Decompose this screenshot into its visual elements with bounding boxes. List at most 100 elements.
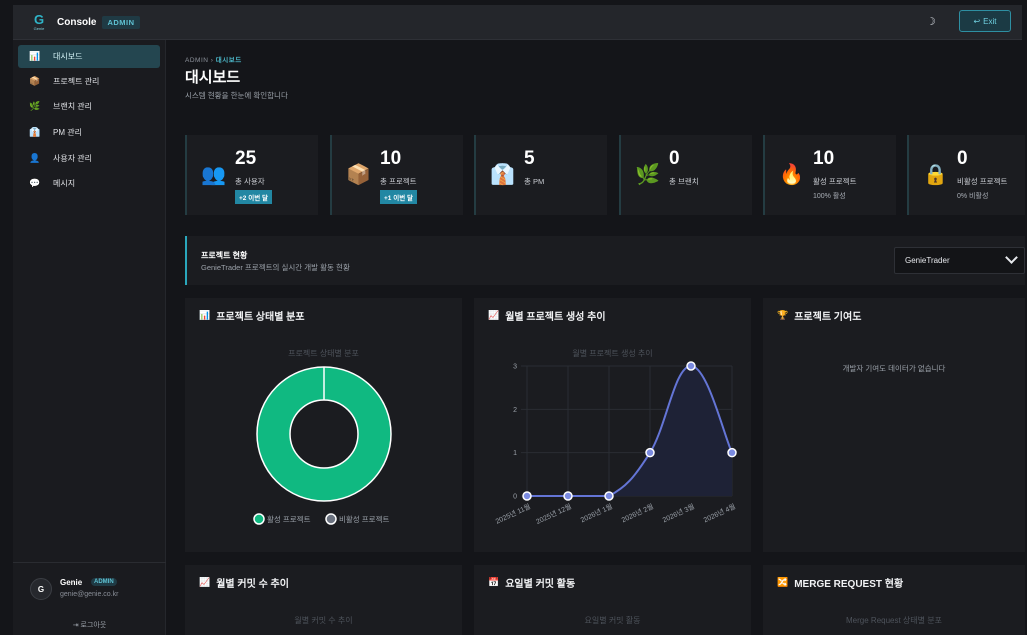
avatar[interactable]: G [30, 578, 52, 600]
admin-badge: ADMIN [102, 15, 140, 29]
logout-label: 로그아웃 [80, 622, 107, 629]
card-title: MERGE REQUEST 현황 [794, 579, 904, 590]
data-point [604, 491, 614, 501]
legend-label: 활성 프로젝트 [267, 514, 311, 524]
project-status-title: 프로젝트 현황 [201, 251, 248, 260]
x-tick-label: 2026년 3월 [661, 502, 696, 525]
line-chart: 0 1 2 3 2025년 11월 2025년 12월 2026년 1월 2026년 2월 20… [494, 361, 737, 526]
card-title: 프로젝트 기여도 [794, 312, 862, 323]
breadcrumb-current: 대시보드 [215, 57, 242, 64]
breadcrumb: ADMIN › 대시보드 [185, 54, 242, 64]
sidebar-item-label: 대시보드 [53, 52, 83, 61]
monthly-commits-card: 📈 월별 커밋 수 추이 월별 커밋 수 추이 [185, 565, 462, 635]
stat-card-active-projects: 🔥 10 활성 프로젝트 100% 활성 [763, 135, 896, 215]
chevron-down-icon [1005, 251, 1018, 264]
page-subtitle: 시스템 현황을 한눈에 확인합니다 [185, 91, 288, 100]
logo-letter: G [33, 11, 45, 27]
stat-label: 총 PM [524, 177, 545, 186]
herb-icon: 🌿 [635, 164, 660, 186]
package-icon: 📦 [29, 76, 41, 86]
divider [13, 562, 166, 563]
chart-increasing-icon: 📈 [199, 577, 211, 587]
stat-card-users: 👥 25 총 사용자 +2 이번 달 [185, 135, 318, 215]
weekday-commits-card: 📅 요일별 커밋 활동 요일별 커밋 활동 [474, 565, 751, 635]
x-tick-label: 2026년 2월 [620, 502, 655, 525]
legend-label: 비활성 프로젝트 [339, 514, 389, 524]
logout-icon: ⇥ [72, 622, 79, 629]
x-tick-label: 2026년 1월 [579, 502, 614, 525]
exit-label: Exit [983, 16, 997, 26]
status-distribution-card: 📊 프로젝트 상태별 분포 프로젝트 상태별 분포 활성 프로젝트 비활성 프로젝… [185, 298, 462, 552]
stat-value: 10 [813, 148, 835, 169]
sidebar-item-label: 사용자 관리 [53, 154, 93, 163]
stat-value: 5 [524, 148, 535, 169]
sidebar-item-label: 프로젝트 관리 [53, 77, 100, 86]
exit-button[interactable]: ↩ Exit [959, 10, 1011, 32]
stat-value: 10 [380, 148, 402, 169]
stat-label: 비활성 프로젝트 [957, 177, 1008, 186]
user-role-badge: ADMIN [91, 578, 117, 586]
data-point [686, 361, 696, 371]
legend-swatch [253, 513, 265, 525]
businessman-icon: 👔 [29, 127, 41, 137]
monthly-creation-card: 📈 월별 프로젝트 생성 추이 월별 프로젝트 생성 추이 0 1 2 3 2025년 … [474, 298, 751, 552]
user-email: genie@genie.co.kr [60, 591, 119, 598]
x-tick-label: 2026년 4월 [702, 502, 737, 525]
businessman-icon: 👔 [490, 164, 515, 186]
empty-state-text: 개발자 기여도 데이터가 없습니다 [842, 364, 946, 373]
trophy-icon: 🏆 [777, 310, 789, 320]
sidebar-item-label: 메시지 [53, 179, 76, 188]
stat-sublabel: 100% 활성 [813, 193, 846, 200]
sidebar-item-dashboard[interactable]: 📊 대시보드 [18, 45, 160, 68]
brand-title: Console [57, 16, 97, 28]
stat-delta-badge: +1 이번 달 [380, 190, 417, 204]
herb-icon: 🌿 [29, 101, 41, 111]
logo-subtext: Genie [33, 25, 45, 31]
x-tick-label: 2025년 11월 [494, 502, 532, 526]
data-point [645, 447, 655, 458]
donut-chart: 활성 프로젝트 비활성 프로젝트 [253, 366, 392, 525]
project-status-subtitle: GenieTrader 프로젝트의 실시간 개발 활동 현황 [201, 263, 350, 272]
data-point [522, 491, 532, 501]
donut-outline [289, 399, 359, 469]
stat-delta-badge: +2 이번 달 [235, 190, 272, 204]
breadcrumb-root[interactable]: ADMIN [185, 57, 208, 64]
sidebar-item-label: PM 관리 [53, 128, 82, 137]
theme-toggle-moon-icon[interactable]: ☽ [926, 15, 936, 28]
y-tick-label: 2 [513, 407, 517, 414]
data-point [727, 447, 737, 458]
x-tick-label: 2025년 12월 [534, 502, 572, 526]
sidebar-item-users[interactable]: 👤 사용자 관리 [18, 147, 160, 170]
top-bar: G Genie Console ADMIN ☽ ↩ Exit [13, 5, 1022, 40]
legend-swatch [325, 513, 337, 525]
card-header: 🔀 MERGE REQUEST 현황 [777, 575, 903, 590]
project-status-panel: 프로젝트 현황 GenieTrader 프로젝트의 실시간 개발 활동 현황 G… [185, 236, 1025, 285]
sidebar-item-projects[interactable]: 📦 프로젝트 관리 [18, 70, 160, 93]
chart-title: 월별 커밋 수 추이 [294, 616, 353, 625]
stat-label: 활성 프로젝트 [813, 177, 857, 186]
fire-icon: 🔥 [779, 164, 804, 186]
speech-bubble-icon: 💬 [29, 178, 41, 188]
logout-button[interactable]: ⇥ 로그아웃 [13, 620, 166, 630]
project-select-value: GenieTrader [905, 256, 950, 265]
stat-label: 총 브랜치 [669, 177, 699, 186]
users-icon: 👥 [201, 164, 226, 186]
package-icon: 📦 [346, 164, 371, 186]
project-select[interactable]: GenieTrader [894, 247, 1025, 274]
stat-value: 0 [669, 148, 680, 169]
card-header: 📈 월별 커밋 수 추이 [199, 575, 289, 590]
data-point [563, 491, 573, 501]
chart-icon: 📊 [29, 51, 41, 61]
card-title: 요일별 커밋 활동 [505, 579, 576, 590]
chart-title: Merge Request 상태별 분포 [846, 616, 942, 625]
sidebar-item-messages[interactable]: 💬 메시지 [18, 172, 160, 195]
sidebar-item-branches[interactable]: 🌿 브랜치 관리 [18, 95, 160, 118]
stat-card-inactive-projects: 🔒 0 비활성 프로젝트 0% 비활성 [907, 135, 1025, 215]
sidebar-item-label: 브랜치 관리 [53, 102, 93, 111]
genie-logo[interactable]: G Genie [31, 12, 47, 32]
sidebar-item-pm[interactable]: 👔 PM 관리 [18, 121, 160, 144]
stat-sublabel: 0% 비활성 [957, 193, 989, 200]
breadcrumb-separator: › [210, 57, 214, 64]
stat-value: 0 [957, 148, 968, 169]
sidebar: 📊 대시보드 📦 프로젝트 관리 🌿 브랜치 관리 👔 PM 관리 👤 사용자 … [13, 40, 166, 635]
